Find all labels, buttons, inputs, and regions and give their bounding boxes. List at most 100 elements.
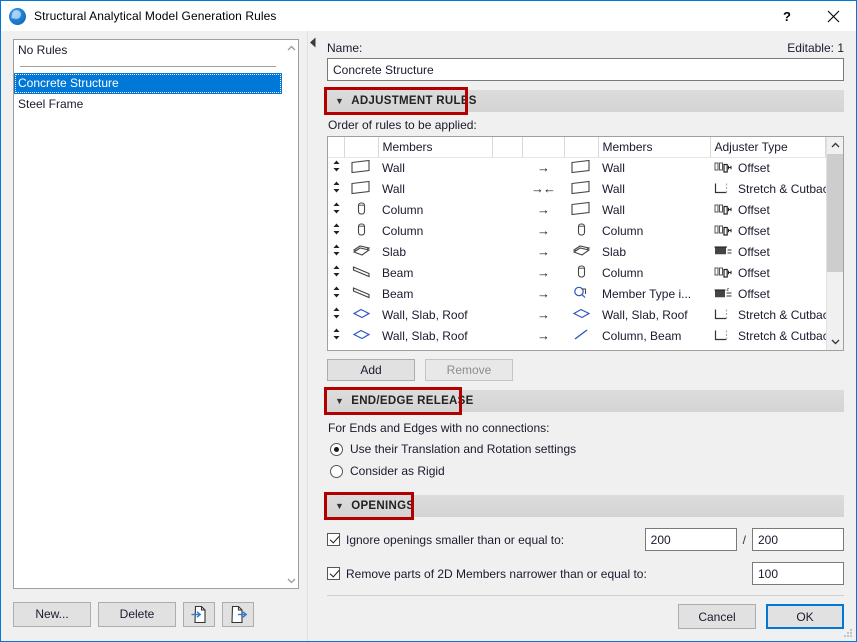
- table-row[interactable]: Beam→Member Type i...zOffset: [328, 283, 826, 304]
- archicad-sphere-icon: [9, 8, 26, 25]
- remove-narrow-parts-checkbox[interactable]: [327, 567, 340, 580]
- adjuster-type-cell: zOffset: [710, 283, 826, 304]
- rules-list[interactable]: No Rules Concrete Structure Steel Frame: [13, 39, 299, 589]
- scroll-up-icon[interactable]: [283, 40, 299, 56]
- radio-icon[interactable]: [330, 443, 343, 456]
- reorder-grip-icon: [332, 244, 341, 256]
- table-row[interactable]: Wall, Slab, Roof→Wall, Slab, RoofStretch…: [328, 304, 826, 325]
- reorder-grip-icon[interactable]: [328, 220, 344, 241]
- adjuster-type-label: Stretch & Cutback: [738, 308, 826, 322]
- value-separator: /: [743, 533, 746, 547]
- scroll-up-icon[interactable]: [827, 137, 843, 154]
- wall-icon: [564, 199, 598, 220]
- table-row[interactable]: Wall, Slab, Roof→Column, BeamStretch & C…: [328, 325, 826, 346]
- wall-icon: [351, 180, 371, 195]
- scroll-thumb[interactable]: [827, 154, 843, 272]
- offset-icon: [714, 161, 733, 175]
- radio-label: Consider as Rigid: [350, 464, 445, 478]
- beam-icon: [352, 264, 371, 279]
- adjustment-rules-section: ▼ ADJUSTMENT RULES: [327, 90, 844, 112]
- section-header-adjustment-rules[interactable]: ▼ ADJUSTMENT RULES: [327, 90, 844, 112]
- name-row: Name: Editable: 1: [327, 41, 844, 55]
- list-item-no-rules[interactable]: No Rules: [14, 40, 282, 61]
- table-row[interactable]: Slab→SlabOffset: [328, 241, 826, 262]
- table-scrollbar[interactable]: [826, 137, 843, 350]
- table-row[interactable]: Column→ColumnOffset: [328, 220, 826, 241]
- col-icon2: [564, 137, 598, 157]
- adjuster-type-label: Offset: [738, 203, 770, 217]
- adjuster-type-label: Offset: [738, 161, 770, 175]
- remove-narrow-parts-value[interactable]: [752, 562, 844, 585]
- dialog-body: No Rules Concrete Structure Steel Frame …: [1, 31, 856, 641]
- reorder-grip-icon[interactable]: [328, 304, 344, 325]
- member-1-label: Wall, Slab, Roof: [378, 304, 492, 325]
- beam-icon: [344, 262, 378, 283]
- reorder-grip-icon[interactable]: [328, 283, 344, 304]
- collapse-left-arrow-icon[interactable]: [309, 37, 317, 51]
- radio-icon[interactable]: [330, 465, 343, 478]
- wall-icon: [564, 157, 598, 178]
- beam-icon: [344, 283, 378, 304]
- table-action-buttons: Add Remove: [327, 359, 844, 381]
- reorder-grip-icon[interactable]: [328, 178, 344, 199]
- delete-button[interactable]: Delete: [98, 602, 176, 627]
- section-header-end-edge-release[interactable]: ▼ END/EDGE RELEASE: [327, 390, 844, 412]
- scroll-down-icon[interactable]: [283, 572, 299, 588]
- dialog-window: Structural Analytical Model Generation R…: [0, 0, 857, 642]
- list-item[interactable]: Steel Frame: [14, 94, 282, 115]
- dialog-footer: Cancel OK: [327, 604, 844, 641]
- adjustment-rules-table[interactable]: Members Members Adjuster Type Wall→WallO…: [327, 136, 844, 351]
- adjuster-type-label: Stretch & Cutback: [738, 329, 826, 343]
- add-rule-button[interactable]: Add: [327, 359, 415, 381]
- column-icon: [356, 201, 367, 216]
- export-document-icon[interactable]: [222, 602, 254, 627]
- relation-arrow: →: [522, 157, 564, 178]
- panel-splitter[interactable]: [307, 31, 319, 641]
- list-item[interactable]: Concrete Structure: [14, 73, 282, 94]
- column-icon: [356, 222, 367, 237]
- radio-option-consider-rigid[interactable]: Consider as Rigid: [327, 464, 844, 478]
- reorder-grip-icon[interactable]: [328, 325, 344, 346]
- ignore-openings-checkbox[interactable]: [327, 533, 340, 546]
- member-1-label: Beam: [378, 262, 492, 283]
- remove-rule-button[interactable]: Remove: [425, 359, 513, 381]
- import-document-icon[interactable]: [183, 602, 215, 627]
- table-row[interactable]: Column→WallOffset: [328, 199, 826, 220]
- reorder-grip-icon[interactable]: [328, 262, 344, 283]
- help-button[interactable]: ?: [764, 1, 810, 31]
- table-row[interactable]: Wall→←WallStretch & Cutback: [328, 178, 826, 199]
- title-bar: Structural Analytical Model Generation R…: [1, 1, 856, 31]
- offset-plane-z-icon: z: [714, 287, 733, 301]
- scroll-down-icon[interactable]: [827, 333, 843, 350]
- table-row[interactable]: Wall→WallOffset: [328, 157, 826, 178]
- table-row[interactable]: Beam→ColumnOffset: [328, 262, 826, 283]
- scroll-track[interactable]: [827, 154, 843, 333]
- reorder-grip-icon[interactable]: [328, 157, 344, 178]
- cancel-button[interactable]: Cancel: [678, 604, 756, 629]
- ignore-openings-value-1[interactable]: [645, 528, 737, 551]
- relation-arrow: →←: [522, 178, 564, 199]
- ignore-openings-value-2[interactable]: [752, 528, 844, 551]
- col-members-2: Members: [598, 137, 710, 157]
- surface-icon: [564, 304, 598, 325]
- reorder-grip-icon[interactable]: [328, 241, 344, 262]
- slab-icon: [572, 243, 591, 258]
- radio-option-translation-rotation[interactable]: Use their Translation and Rotation setti…: [327, 442, 844, 456]
- new-button[interactable]: New...: [13, 602, 91, 627]
- name-input[interactable]: [327, 58, 844, 81]
- section-header-openings[interactable]: ▼ OPENINGS: [327, 495, 844, 517]
- adjuster-type-label: Offset: [738, 266, 770, 280]
- name-label: Name:: [327, 41, 362, 55]
- relation-arrow: →: [522, 304, 564, 325]
- line-icon: [572, 327, 591, 342]
- close-icon[interactable]: [810, 1, 856, 31]
- slab-icon: [344, 241, 378, 262]
- ok-button[interactable]: OK: [766, 604, 844, 629]
- line-icon: [564, 325, 598, 346]
- reorder-grip-icon[interactable]: [328, 199, 344, 220]
- rules-list-scrollbar[interactable]: [282, 40, 298, 588]
- member-1-label: Wall: [378, 178, 492, 199]
- member-2-label: Column: [598, 220, 710, 241]
- member-2-label: Wall: [598, 178, 710, 199]
- resize-grip-icon[interactable]: [843, 628, 853, 638]
